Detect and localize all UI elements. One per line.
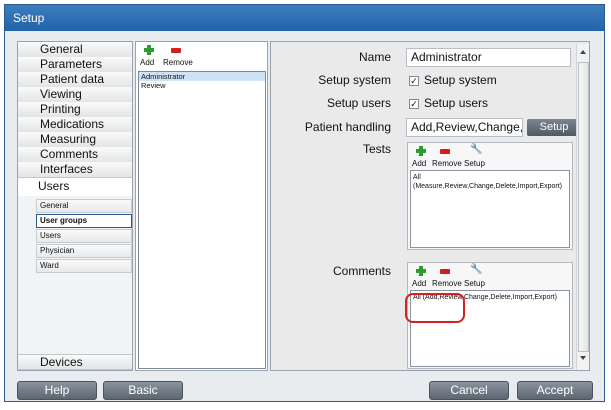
help-button[interactable]: Help [17,381,97,400]
tests-wrench-icon[interactable]: 🔧 [470,145,482,155]
setup-window: Setup General Parameters Patient data Vi… [4,4,605,402]
remove-group-button[interactable]: Remove [163,58,193,67]
comments-wrench-icon[interactable]: 🔧 [470,265,482,275]
nav-item-measuring[interactable]: Measuring [18,132,132,148]
user-group-listbox[interactable]: Administrator Review [138,71,266,369]
setup-system-check-label: Setup system [424,73,497,87]
remove-icon[interactable] [171,48,181,53]
patient-handling-setup-button[interactable]: Setup [527,119,581,136]
subnav-item-general[interactable]: General [36,199,132,213]
window-title: Setup [5,5,604,31]
comments-setup-button[interactable]: Setup [464,279,485,288]
patient-handling-input[interactable]: Add,Review,Change,De [406,118,523,137]
cancel-button[interactable]: Cancel [429,381,509,400]
detail-scrollbar[interactable] [576,44,589,370]
user-group-detail-panel: Name Administrator Setup system ✓ Setup … [270,41,590,371]
nav-item-general[interactable]: General [18,42,132,58]
comments-remove-icon[interactable] [440,269,450,274]
scroll-thumb[interactable] [578,62,589,352]
tests-remove-button[interactable]: Remove [432,159,462,168]
add-icon[interactable] [144,45,154,55]
nav-item-comments[interactable]: Comments [18,147,132,163]
setup-users-check-label: Setup users [424,96,489,110]
setup-users-checkbox[interactable]: ✓ [409,99,419,109]
subnav-item-ward[interactable]: Ward [36,259,132,273]
user-group-list-panel: Add Remove Administrator Review [135,41,268,371]
patient-handling-label: Patient handling [304,120,391,134]
category-nav: General Parameters Patient data Viewing … [17,41,133,371]
nav-item-interfaces[interactable]: Interfaces [18,162,132,178]
basic-button[interactable]: Basic [103,381,183,400]
nav-item-parameters[interactable]: Parameters [18,57,132,73]
setup-system-checkbox[interactable]: ✓ [409,76,419,86]
add-group-button[interactable]: Add [140,58,154,67]
tests-list[interactable]: All (Measure,Review,Change,Delete,Import… [410,170,570,248]
accept-button[interactable]: Accept [517,381,593,400]
comments-label: Comments [332,264,391,278]
subnav-item-user-groups[interactable]: User groups [36,214,132,228]
scroll-up-icon[interactable] [580,50,586,54]
comments-add-button[interactable]: Add [412,279,426,288]
nav-item-devices[interactable]: Devices [18,354,132,370]
nav-item-medications[interactable]: Medications [18,117,132,133]
list-item[interactable]: Administrator [139,72,265,81]
nav-item-printing[interactable]: Printing [18,102,132,118]
name-input[interactable]: Administrator [406,48,571,67]
window-body: General Parameters Patient data Viewing … [5,31,604,401]
tests-label: Tests [362,142,391,156]
scroll-down-icon[interactable] [580,356,586,360]
comments-add-icon[interactable] [416,266,426,276]
comments-remove-button[interactable]: Remove [432,279,462,288]
subnav-item-physician[interactable]: Physician [36,244,132,258]
list-item[interactable]: Review [139,81,265,90]
highlight-annotation [405,293,465,323]
tests-add-button[interactable]: Add [412,159,426,168]
subnav-item-users[interactable]: Users [36,229,132,243]
tests-add-icon[interactable] [416,146,426,156]
name-label: Name [358,50,391,64]
tests-remove-icon[interactable] [440,149,450,154]
nav-item-users[interactable]: Users [18,178,132,196]
setup-users-label: Setup users [326,96,391,110]
nav-item-viewing[interactable]: Viewing [18,87,132,103]
nav-item-patient-data[interactable]: Patient data [18,72,132,88]
tests-setup-button[interactable]: Setup [464,159,485,168]
setup-system-label: Setup system [318,73,391,87]
tests-groupbox: Add Remove 🔧 Setup All (Measure,Review,C… [407,142,573,250]
